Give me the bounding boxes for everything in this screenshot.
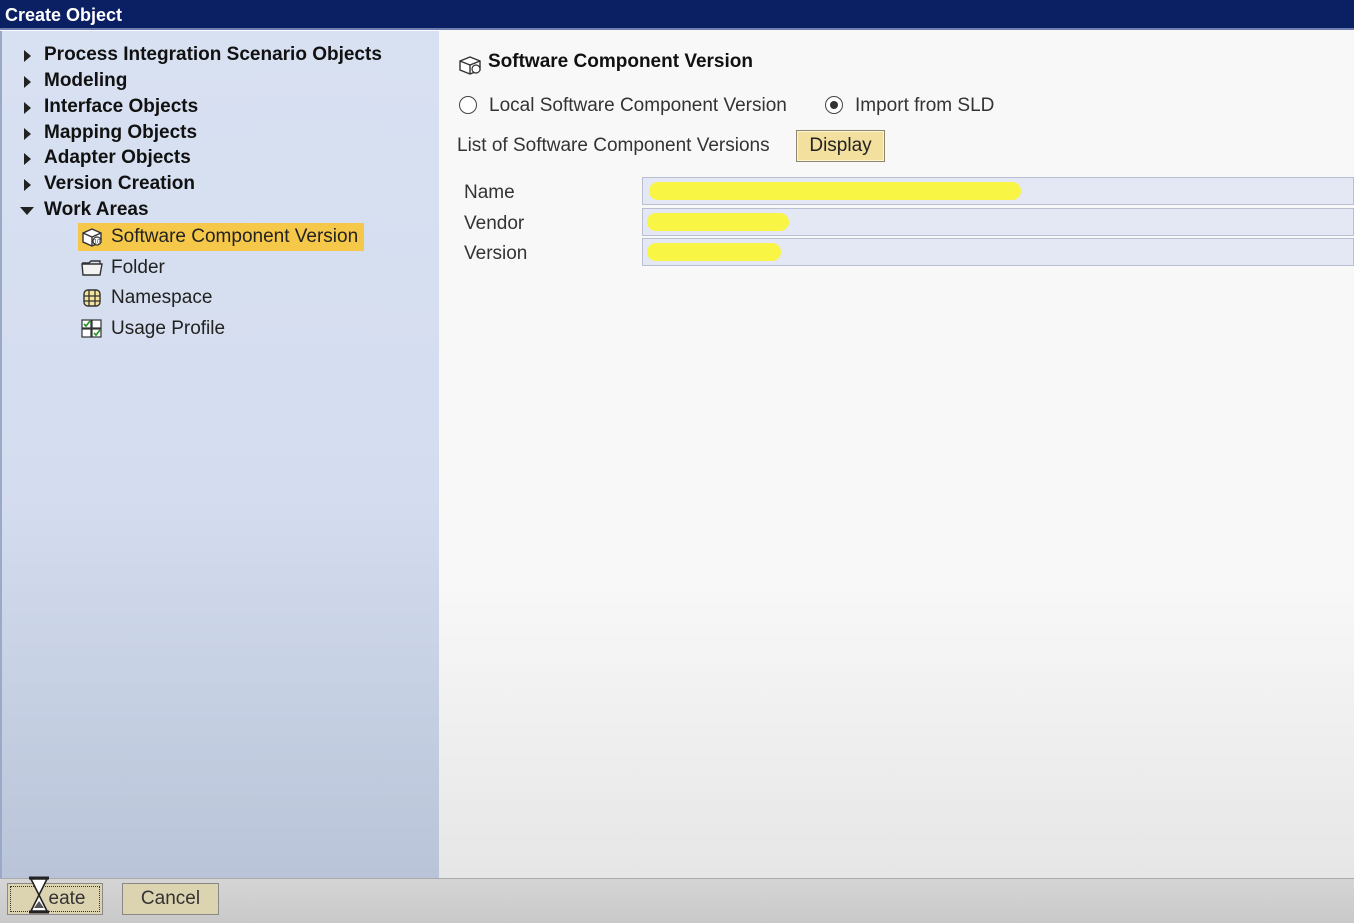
name-field[interactable] xyxy=(642,177,1354,205)
usage-profile-icon xyxy=(81,319,102,338)
tree-item-label: Usage Profile xyxy=(111,318,226,339)
svg-text:10: 10 xyxy=(94,240,101,246)
software-component-icon: 10 xyxy=(82,228,102,247)
expand-arrow-icon[interactable] xyxy=(24,102,31,114)
tree-item-label: Modeling xyxy=(44,70,128,91)
tree-item-label: Folder xyxy=(111,257,165,278)
tree-item-label: Namespace xyxy=(111,287,213,308)
section-title: Software Component Version xyxy=(457,51,753,75)
expand-arrow-icon[interactable] xyxy=(24,50,31,62)
vendor-field[interactable] xyxy=(642,208,1354,236)
expand-arrow-icon[interactable] xyxy=(24,179,31,191)
hourglass-icon xyxy=(29,876,49,914)
software-component-icon xyxy=(459,56,481,75)
window-title: Create Object xyxy=(0,0,1354,30)
folder-icon xyxy=(81,260,103,276)
collapse-arrow-icon[interactable] xyxy=(20,207,34,215)
radio-label: Local Software Component Version xyxy=(489,95,787,116)
display-button[interactable]: Display xyxy=(796,130,885,162)
tree-item-folder[interactable]: Folder xyxy=(78,254,171,282)
redaction-mark xyxy=(649,182,1021,200)
footer-toolbar: eate Cancel xyxy=(0,876,1354,923)
tree-item-label: Version Creation xyxy=(44,173,195,194)
name-label: Name xyxy=(464,182,515,203)
tree-item-namespace[interactable]: Namespace xyxy=(78,284,218,312)
tree-item-label: Process Integration Scenario Objects xyxy=(44,44,382,65)
section-title-label: Software Component Version xyxy=(488,51,753,72)
radio-local-software-component-version[interactable]: Local Software Component Version xyxy=(459,93,787,119)
create-button[interactable]: eate xyxy=(7,876,103,915)
create-button-label: eate xyxy=(48,888,86,909)
tree-item-label: Mapping Objects xyxy=(44,122,198,143)
tree-item-label: Software Component Version xyxy=(111,226,359,247)
redaction-mark xyxy=(647,213,789,231)
version-field[interactable] xyxy=(642,238,1354,266)
version-label: Version xyxy=(464,243,528,264)
redaction-mark xyxy=(647,243,781,261)
expand-arrow-icon[interactable] xyxy=(24,76,31,88)
tree-item-label: Adapter Objects xyxy=(44,147,191,168)
vendor-label: Vendor xyxy=(464,213,525,234)
expand-arrow-icon[interactable] xyxy=(24,128,31,140)
tree-item-usage-profile[interactable]: Usage Profile xyxy=(78,315,231,343)
radio-label: Import from SLD xyxy=(855,95,995,116)
object-type-tree: Process Integration Scenario Objects Mod… xyxy=(0,31,439,878)
expand-arrow-icon[interactable] xyxy=(24,153,31,165)
detail-panel: Software Component Version Local Softwar… xyxy=(439,31,1354,878)
tree-item-label: Interface Objects xyxy=(44,96,199,117)
tree-item-label: Work Areas xyxy=(44,199,149,220)
radio-import-from-sld[interactable]: Import from SLD xyxy=(825,93,994,119)
cancel-button[interactable]: Cancel xyxy=(122,883,219,915)
tree-item-software-component-version[interactable]: 10 Software Component Version xyxy=(78,223,365,251)
list-of-versions-label: List of Software Component Versions xyxy=(457,135,770,156)
radio-button[interactable] xyxy=(825,96,843,114)
namespace-icon xyxy=(83,289,101,307)
radio-button[interactable] xyxy=(459,96,477,114)
